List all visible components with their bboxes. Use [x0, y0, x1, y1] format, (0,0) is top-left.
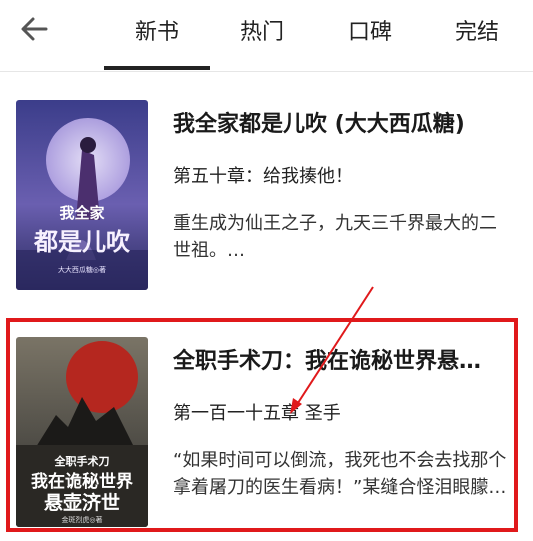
tab-new-books[interactable]: 新书: [135, 14, 179, 46]
tab-popular[interactable]: 热门: [240, 14, 284, 46]
book-info: 我全家都是儿吹 (大大西瓜糖) 第五十章：给我揍他！ 重生成为仙王之子，九天三千…: [173, 106, 513, 264]
cover-title-line1: 我全家: [59, 204, 104, 222]
book-list-item[interactable]: 我全家 都是儿吹 大大西瓜糖◎著 我全家都是儿吹 (大大西瓜糖) 第五十章：给我…: [0, 96, 533, 296]
back-arrow-icon[interactable]: [18, 14, 52, 44]
book-cover[interactable]: 我全家 都是儿吹 大大西瓜糖◎著: [16, 100, 148, 290]
highlight-box: [6, 318, 518, 532]
top-navigation-bar: 新书 热门 口碑 完结: [0, 0, 533, 72]
tab-bar: 新书 热门 口碑 完结: [100, 0, 533, 72]
tab-completed[interactable]: 完结: [455, 14, 499, 46]
cover-title-line2: 都是儿吹: [33, 227, 130, 256]
book-description: 重生成为仙王之子，九天三千界最大的二世祖。…: [173, 213, 497, 261]
cover-author: 大大西瓜糖◎著: [58, 265, 106, 274]
book-title[interactable]: 我全家都是儿吹 (大大西瓜糖): [173, 106, 511, 138]
tab-reputation[interactable]: 口碑: [348, 14, 392, 46]
latest-chapter: 第五十章：给我揍他！: [173, 166, 353, 187]
active-tab-indicator: [104, 66, 210, 70]
